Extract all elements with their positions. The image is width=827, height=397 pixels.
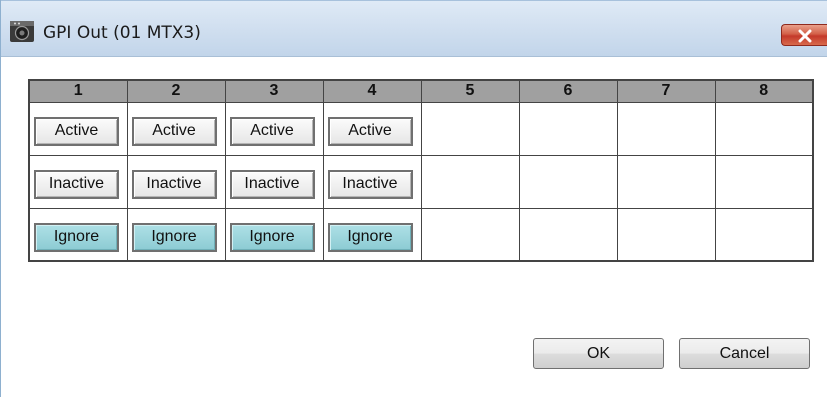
- channel-header: 5: [420, 79, 520, 103]
- active-button[interactable]: Active: [327, 116, 413, 146]
- empty-cell: [420, 154, 520, 209]
- grid-cell: Active: [28, 101, 128, 156]
- grid-cell: Inactive: [28, 154, 128, 209]
- ignore-button[interactable]: Ignore: [327, 222, 413, 252]
- grid-cell: Ignore: [126, 207, 226, 262]
- empty-cell: [420, 101, 520, 156]
- channel-header: 7: [616, 79, 716, 103]
- grid-cell: Ignore: [322, 207, 422, 262]
- window-title: GPI Out (01 MTX3): [43, 23, 201, 43]
- channel-header: 4: [322, 79, 422, 103]
- empty-cell: [616, 207, 716, 262]
- grid-cell: Inactive: [224, 154, 324, 209]
- ignore-button[interactable]: Ignore: [34, 222, 119, 252]
- dialog-window: GPI Out (01 MTX3) 1 2 3 4 5 6 7 8 Active…: [0, 0, 827, 397]
- empty-cell: [518, 154, 618, 209]
- inactive-row: Inactive Inactive Inactive Inactive: [28, 154, 814, 209]
- close-button[interactable]: [781, 24, 827, 46]
- active-button[interactable]: Active: [229, 116, 315, 146]
- inactive-button[interactable]: Inactive: [229, 169, 315, 199]
- ignore-button[interactable]: Ignore: [229, 222, 315, 252]
- empty-cell: [518, 101, 618, 156]
- grid-cell: Inactive: [322, 154, 422, 209]
- empty-cell: [714, 154, 814, 209]
- active-button[interactable]: Active: [34, 116, 119, 146]
- empty-cell: [714, 207, 814, 262]
- speaker-device-icon: [9, 18, 35, 44]
- channel-header: 1: [28, 79, 128, 103]
- active-button[interactable]: Active: [131, 116, 217, 146]
- channel-header: 3: [224, 79, 324, 103]
- empty-cell: [420, 207, 520, 262]
- grid-cell: Active: [126, 101, 226, 156]
- gpi-out-grid: 1 2 3 4 5 6 7 8 Active Active Active Act…: [28, 79, 814, 262]
- ignore-button[interactable]: Ignore: [131, 222, 217, 252]
- title-bar[interactable]: GPI Out (01 MTX3): [1, 0, 827, 57]
- empty-cell: [518, 207, 618, 262]
- dialog-body: 1 2 3 4 5 6 7 8 Active Active Active Act…: [1, 57, 827, 397]
- inactive-button[interactable]: Inactive: [131, 169, 217, 199]
- grid-cell: Inactive: [126, 154, 226, 209]
- channel-header: 6: [518, 79, 618, 103]
- grid-cell: Active: [322, 101, 422, 156]
- grid-cell: Ignore: [224, 207, 324, 262]
- active-row: Active Active Active Active: [28, 101, 814, 156]
- ignore-row: Ignore Ignore Ignore Ignore: [28, 207, 814, 262]
- inactive-button[interactable]: Inactive: [34, 169, 119, 199]
- inactive-button[interactable]: Inactive: [327, 169, 413, 199]
- channel-header: 2: [126, 79, 226, 103]
- empty-cell: [714, 101, 814, 156]
- channel-header: 8: [714, 79, 814, 103]
- ok-button[interactable]: OK: [533, 338, 664, 369]
- grid-cell: Ignore: [28, 207, 128, 262]
- grid-cell: Active: [224, 101, 324, 156]
- empty-cell: [616, 101, 716, 156]
- empty-cell: [616, 154, 716, 209]
- cancel-button[interactable]: Cancel: [679, 338, 810, 369]
- channel-header-row: 1 2 3 4 5 6 7 8: [28, 79, 814, 103]
